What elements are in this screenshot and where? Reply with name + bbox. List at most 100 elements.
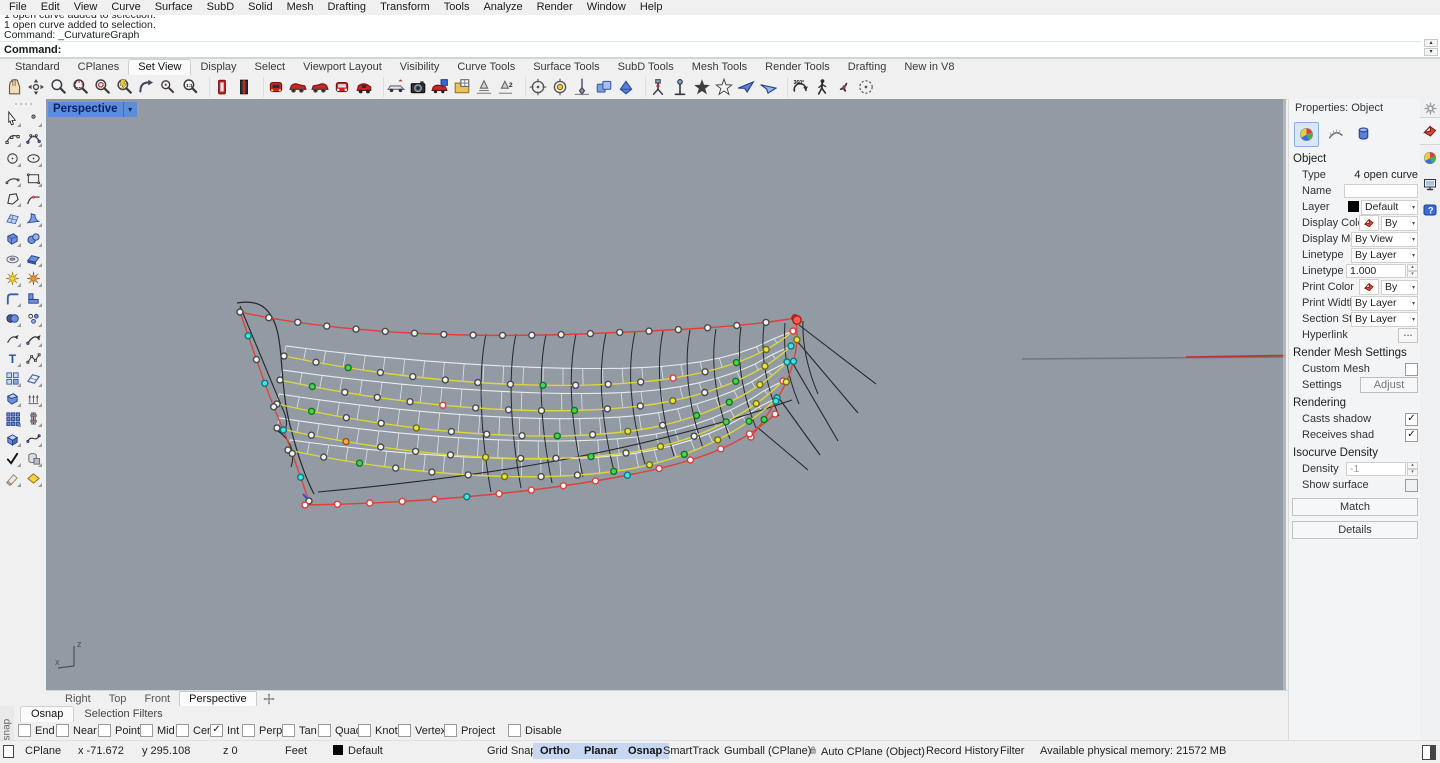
- control-point[interactable]: [393, 465, 399, 471]
- control-point[interactable]: [638, 379, 644, 385]
- control-point[interactable]: [604, 406, 610, 412]
- chamfer-icon[interactable]: [23, 289, 43, 308]
- plane-view-icon[interactable]: [735, 76, 757, 98]
- control-point[interactable]: [410, 374, 416, 380]
- toolbar-grip[interactable]: [0, 99, 46, 109]
- control-point[interactable]: [266, 315, 272, 321]
- viewport-tab-top[interactable]: Top: [100, 692, 136, 706]
- car-side-view-icon[interactable]: [287, 76, 309, 98]
- control-point[interactable]: [540, 382, 546, 388]
- control-point[interactable]: [625, 428, 631, 434]
- control-point[interactable]: [681, 451, 687, 457]
- control-point[interactable]: [237, 309, 243, 315]
- layer-select[interactable]: Default▾: [1361, 200, 1418, 215]
- zoom-selected-icon[interactable]: [91, 76, 113, 98]
- camera-icon[interactable]: [407, 76, 429, 98]
- control-point[interactable]: [734, 323, 740, 329]
- toolbar-tab-render-tools[interactable]: Render Tools: [756, 60, 839, 75]
- control-point[interactable]: [343, 439, 349, 445]
- control-point[interactable]: [465, 472, 471, 478]
- plane-tilt-icon[interactable]: [23, 369, 43, 388]
- section-style-select[interactable]: By Layer▾: [1351, 312, 1418, 327]
- adjust-button[interactable]: Adjust: [1360, 377, 1418, 393]
- zoom-extents-icon[interactable]: [113, 76, 135, 98]
- osnap-filter-int[interactable]: ✓Int: [210, 724, 239, 737]
- linetype-scale-spinner[interactable]: 1.000▴▾: [1346, 264, 1418, 278]
- status-planar[interactable]: Planar: [577, 743, 625, 759]
- control-point[interactable]: [715, 437, 721, 443]
- control-point[interactable]: [496, 491, 502, 497]
- osnap-filter-cen[interactable]: Cen: [176, 724, 213, 737]
- fillet-icon[interactable]: [2, 289, 22, 308]
- control-point[interactable]: [518, 455, 524, 461]
- control-point[interactable]: [262, 380, 268, 386]
- osnap-filter-quad[interactable]: Quad: [318, 724, 362, 737]
- clock-view-icon[interactable]: [855, 76, 877, 98]
- control-point[interactable]: [646, 328, 652, 334]
- control-point[interactable]: [793, 316, 801, 324]
- control-point[interactable]: [723, 419, 729, 425]
- control-point[interactable]: [367, 500, 373, 506]
- curve-arrow-icon[interactable]: [2, 329, 22, 348]
- control-point[interactable]: [413, 425, 419, 431]
- curve-arrow-large-icon[interactable]: [23, 329, 43, 348]
- bow-profile[interactable]: [237, 302, 314, 494]
- toolbar-tab-drafting[interactable]: Drafting: [839, 60, 896, 75]
- osnap-filter-project[interactable]: Project: [444, 724, 495, 737]
- display-color-select[interactable]: By▾: [1381, 216, 1418, 231]
- control-point[interactable]: [271, 404, 277, 410]
- checkbox-disable[interactable]: [508, 724, 521, 737]
- osnap-filter-perp[interactable]: Perp: [242, 724, 282, 737]
- bow-straight[interactable]: [240, 306, 284, 412]
- orient-box-icon[interactable]: [2, 429, 22, 448]
- control-point[interactable]: [624, 472, 630, 478]
- menu-view[interactable]: View: [67, 0, 105, 15]
- details-button[interactable]: Details: [1292, 521, 1418, 539]
- control-point[interactable]: [378, 444, 384, 450]
- control-point[interactable]: [623, 450, 629, 456]
- plane-back-view-icon[interactable]: [757, 76, 779, 98]
- control-point[interactable]: [464, 494, 470, 500]
- osnap-filter-end[interactable]: End: [18, 724, 55, 737]
- material-icon[interactable]: [1352, 122, 1375, 145]
- status-smarttrack[interactable]: SmartTrack: [663, 745, 719, 757]
- menu-file[interactable]: File: [2, 0, 34, 15]
- checkbox-quad[interactable]: [318, 724, 331, 737]
- control-point[interactable]: [245, 333, 251, 339]
- walkabout-icon[interactable]: [811, 76, 833, 98]
- control-point[interactable]: [702, 369, 708, 375]
- text-icon[interactable]: T: [2, 349, 22, 368]
- control-point[interactable]: [637, 403, 643, 409]
- checkbox-point[interactable]: [98, 724, 111, 737]
- toolbar-tab-set-view[interactable]: Set View: [128, 59, 191, 75]
- checkbox-knot[interactable]: [358, 724, 371, 737]
- camera-stand-icon[interactable]: [669, 76, 691, 98]
- control-point[interactable]: [590, 432, 596, 438]
- control-point[interactable]: [432, 496, 438, 502]
- zoom-target-icon[interactable]: [157, 76, 179, 98]
- command-prompt[interactable]: Command:: [0, 42, 1422, 59]
- panel-options-gear-icon[interactable]: [1420, 99, 1440, 117]
- control-point[interactable]: [295, 319, 301, 325]
- plane-surface-icon[interactable]: [23, 249, 43, 268]
- toolbar-tab-mesh-tools[interactable]: Mesh Tools: [683, 60, 756, 75]
- menu-drafting[interactable]: Drafting: [321, 0, 374, 15]
- control-point[interactable]: [656, 466, 662, 472]
- control-point[interactable]: [473, 405, 479, 411]
- viewport-title[interactable]: Perspective: [48, 102, 123, 117]
- control-point[interactable]: [733, 360, 739, 366]
- control-point[interactable]: [658, 444, 664, 450]
- control-point[interactable]: [500, 332, 506, 338]
- control-point[interactable]: [502, 474, 508, 480]
- display-panel-tab[interactable]: [1420, 145, 1440, 171]
- toolbar-tab-curve-tools[interactable]: Curve Tools: [448, 60, 524, 75]
- patch-icon[interactable]: [23, 469, 43, 488]
- scroll-up-icon[interactable]: ▴: [1424, 39, 1438, 47]
- boolean-diff-icon[interactable]: [23, 449, 43, 468]
- checkbox-mid[interactable]: [140, 724, 153, 737]
- car-front-view-icon[interactable]: [331, 76, 353, 98]
- stern-ray-5[interactable]: [757, 427, 808, 470]
- control-point[interactable]: [773, 398, 779, 404]
- menu-analyze[interactable]: Analyze: [476, 0, 529, 15]
- boolean-union-icon[interactable]: [2, 309, 22, 328]
